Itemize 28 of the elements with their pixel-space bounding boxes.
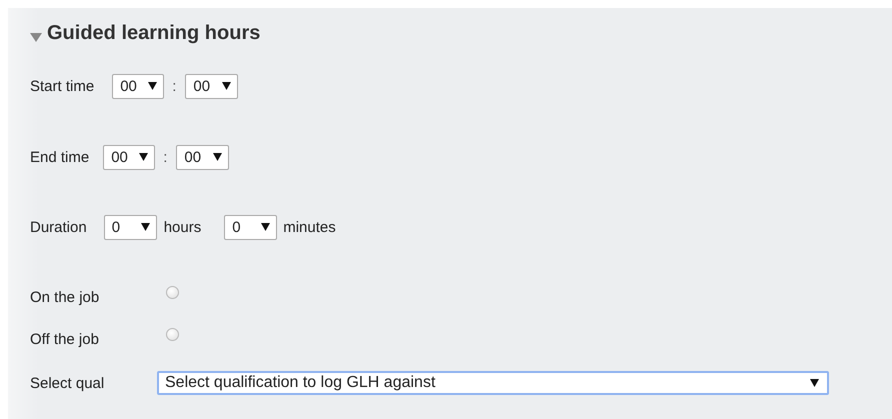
caret-icon: [261, 223, 270, 231]
caret-icon: [148, 82, 158, 90]
radio-button[interactable]: [166, 328, 179, 341]
radio-label: On the job: [30, 288, 100, 306]
caret-icon: [222, 82, 232, 90]
unit-label: hours: [164, 218, 202, 236]
qualification-dropdown[interactable]: Select qualification to log GLH against: [157, 371, 829, 395]
hour-dropdown[interactable]: 00: [112, 74, 164, 98]
caret-icon: [810, 379, 819, 387]
field-label: Select qual: [30, 374, 106, 392]
field-label: Start time: [30, 78, 94, 94]
hour-dropdown[interactable]: 00: [103, 144, 156, 170]
radio-label: Off the job: [30, 330, 100, 348]
caret-icon: [213, 153, 222, 161]
minutes-dropdown[interactable]: 0: [224, 214, 278, 240]
section-title: Guided learning hours: [47, 22, 260, 45]
time-separator: :: [163, 148, 168, 166]
unit-label: minutes: [283, 218, 336, 236]
field-label: End time: [30, 148, 90, 166]
radio-button[interactable]: [166, 286, 179, 299]
collapse-triangle-icon[interactable]: [30, 32, 42, 42]
caret-icon: [139, 153, 148, 161]
hours-dropdown[interactable]: 0: [104, 214, 157, 240]
time-separator: :: [172, 78, 176, 94]
caret-icon: [140, 223, 150, 231]
minute-dropdown[interactable]: 00: [176, 144, 230, 170]
field-label: Duration: [30, 218, 87, 236]
minute-dropdown[interactable]: 00: [185, 74, 238, 98]
